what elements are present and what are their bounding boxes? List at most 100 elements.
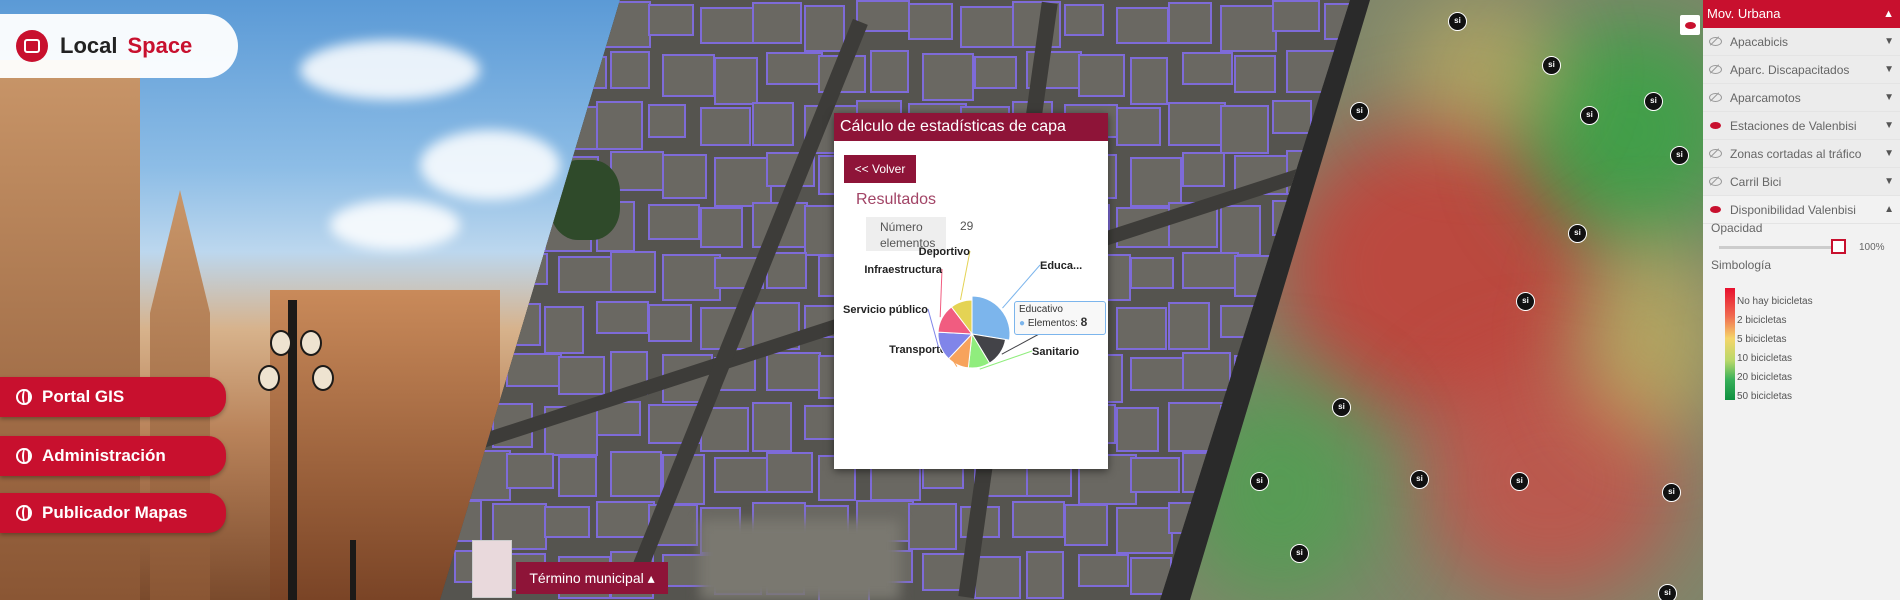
eye-open-icon <box>1710 122 1721 129</box>
layer-visibility-toggle[interactable] <box>1680 15 1700 35</box>
street-lamp <box>350 540 356 600</box>
bike-station-marker[interactable]: si <box>1350 102 1369 121</box>
city-block <box>558 356 605 395</box>
bike-station-marker[interactable]: si <box>1542 56 1561 75</box>
city-block <box>1182 352 1231 391</box>
opacity-slider-track[interactable] <box>1719 246 1845 249</box>
city-block <box>974 556 1021 599</box>
globe-icon <box>16 448 32 464</box>
layer-item-label: Aparc. Discapacitados <box>1730 62 1850 77</box>
tooltip-row: ● Elementos: 8 <box>1019 315 1101 329</box>
bike-station-marker[interactable]: si <box>1250 472 1269 491</box>
volver-button[interactable]: << Volver <box>844 155 916 183</box>
layer-item[interactable]: Disponibilidad Valenbisi ▲ <box>1703 196 1900 224</box>
chevron-down-icon[interactable]: ▼ <box>1884 176 1894 187</box>
layer-item[interactable]: Aparcamotos ▼ <box>1703 84 1900 112</box>
chevron-down-icon[interactable]: ▼ <box>1884 148 1894 159</box>
layer-item-label: Carril Bici <box>1730 174 1782 189</box>
eye-closed-icon <box>1709 65 1722 74</box>
bike-station-marker[interactable]: si <box>1516 292 1535 311</box>
city-block <box>1168 402 1224 452</box>
portal-gis-button[interactable]: Portal GIS <box>0 377 226 417</box>
eye-icon[interactable] <box>1709 119 1722 132</box>
layer-item[interactable]: Aparc. Discapacitados ▼ <box>1703 56 1900 84</box>
layer-item[interactable]: Apacabicis ▼ <box>1703 28 1900 56</box>
sky-cloud <box>420 130 560 200</box>
legend-entry: 20 bicicletas <box>1737 372 1793 383</box>
eye-icon[interactable] <box>1709 175 1722 188</box>
sky-cloud <box>330 200 460 250</box>
eye-icon[interactable] <box>1709 63 1722 76</box>
opacity-slider-handle[interactable] <box>1831 239 1846 254</box>
pie-connector <box>939 268 943 318</box>
city-block <box>1130 357 1188 391</box>
layer-item[interactable]: Carril Bici ▼ <box>1703 168 1900 196</box>
layer-item[interactable]: Zonas cortadas al tráfico ▼ <box>1703 140 1900 168</box>
bike-station-marker[interactable]: si <box>1580 106 1599 125</box>
city-block <box>922 53 974 101</box>
bike-station-marker[interactable]: si <box>1662 483 1681 502</box>
city-block <box>662 154 707 199</box>
stats-window[interactable]: Cálculo de estadísticas de capa << Volve… <box>834 113 1108 469</box>
eye-icon <box>1684 21 1696 29</box>
chevron-down-icon[interactable]: ▼ <box>1884 64 1894 75</box>
eye-icon[interactable] <box>1709 147 1722 160</box>
city-block <box>1286 50 1341 93</box>
bike-station-marker[interactable]: si <box>1568 224 1587 243</box>
globe-icon <box>16 505 32 521</box>
city-block <box>1272 0 1320 32</box>
city-block <box>648 304 692 342</box>
city-block <box>714 157 772 207</box>
eye-icon[interactable] <box>1709 35 1722 48</box>
publicador-mapas-button[interactable]: Publicador Mapas <box>0 493 226 533</box>
chevron-down-icon[interactable]: ▼ <box>1884 36 1894 47</box>
menu-label: Publicador Mapas <box>42 503 188 522</box>
bike-station-marker[interactable]: si <box>1410 470 1429 489</box>
city-block <box>700 207 743 248</box>
eye-closed-icon <box>1709 37 1722 46</box>
legend-entry: 2 bicicletas <box>1737 315 1787 326</box>
pie-label: Transporte <box>889 344 946 356</box>
brand-logo[interactable]: Local Space <box>0 14 238 78</box>
results-heading: Resultados <box>856 191 937 208</box>
eye-icon[interactable] <box>1709 91 1722 104</box>
eye-icon[interactable] <box>1709 203 1722 216</box>
administracion-button[interactable]: Administración <box>0 436 226 476</box>
termino-municipal-button[interactable]: Término municipal ▴ <box>516 562 668 594</box>
layer-group-title: Mov. Urbana <box>1707 6 1781 21</box>
city-block <box>700 7 759 44</box>
city-block <box>766 352 821 391</box>
bike-station-marker[interactable]: si <box>1670 146 1689 165</box>
layer-item[interactable]: Estaciones de Valenbisi ▼ <box>1703 112 1900 140</box>
chevron-up-icon: ▲ <box>1883 8 1894 20</box>
bike-station-marker[interactable]: si <box>1658 584 1677 600</box>
pie-label: Deportivo <box>919 246 971 258</box>
pie-label: Sanitario <box>1032 346 1079 358</box>
map-thumbnail[interactable] <box>472 540 512 598</box>
chevron-down-icon[interactable]: ▼ <box>1884 120 1894 131</box>
bike-station-marker[interactable]: si <box>1644 92 1663 111</box>
city-block <box>596 301 649 334</box>
layer-group-header[interactable]: Mov. Urbana ▲ <box>1703 0 1900 28</box>
city-block <box>714 457 770 493</box>
bike-station-marker[interactable]: si <box>1290 544 1309 563</box>
layers-sidebar: Mov. Urbana ▲ Apacabicis ▼ Aparc. Discapac… <box>1703 0 1900 600</box>
bike-station-marker[interactable]: si <box>1510 472 1529 491</box>
city-block <box>1182 52 1233 85</box>
city-block <box>1182 452 1223 493</box>
chevron-down-icon[interactable]: ▼ <box>1884 92 1894 103</box>
pie-slice[interactable] <box>971 295 1011 341</box>
symbology-label: Simbología <box>1711 258 1772 272</box>
bike-station-marker[interactable]: si <box>1332 398 1351 417</box>
city-block <box>558 456 597 497</box>
city-block <box>766 52 823 85</box>
eye-closed-icon <box>1709 149 1722 158</box>
chevron-up-icon[interactable]: ▲ <box>1884 204 1894 215</box>
layer-item-label: Aparcamotos <box>1730 90 1801 105</box>
city-block <box>1182 252 1239 289</box>
pie-chart[interactable]: Educa...Relig...SanitarioTransporteServi… <box>834 243 1108 469</box>
layer-item-label: Zonas cortadas al tráfico <box>1730 146 1862 161</box>
bike-station-marker[interactable]: si <box>1448 12 1467 31</box>
lamp-globe <box>312 365 334 391</box>
layer-item-label: Estaciones de Valenbisi <box>1730 118 1857 133</box>
